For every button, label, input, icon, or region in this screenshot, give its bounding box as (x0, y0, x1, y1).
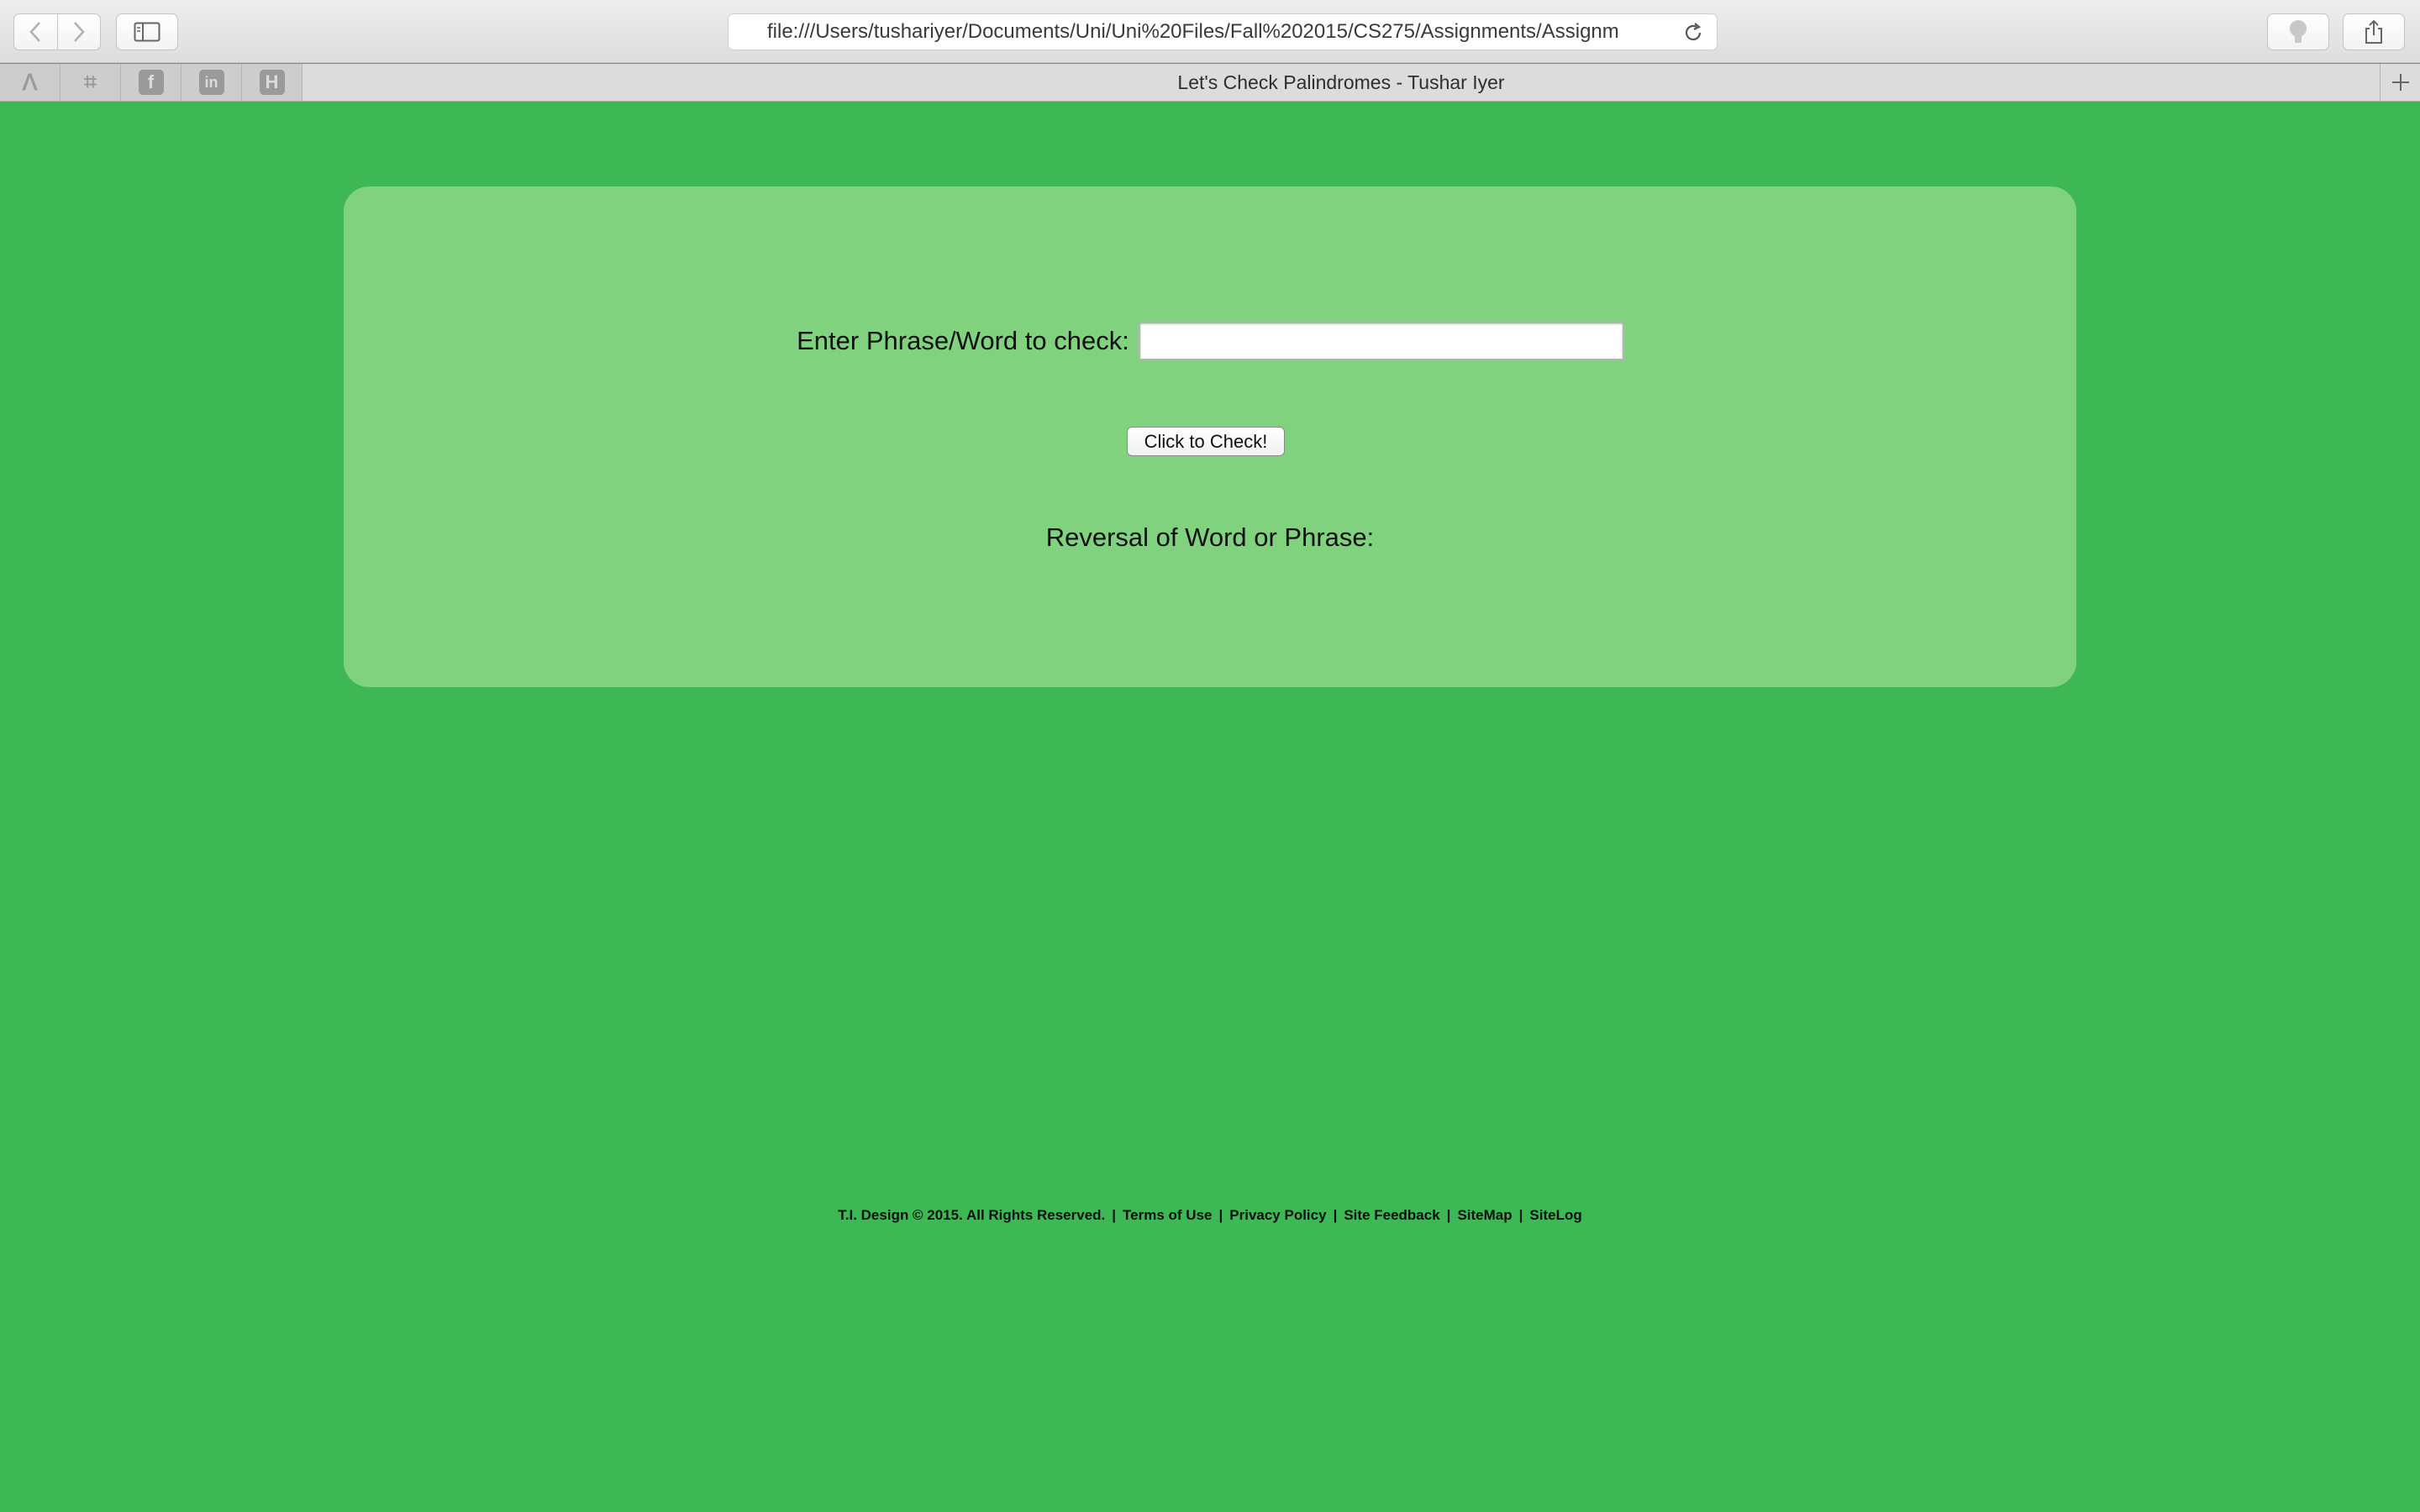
share-button[interactable] (2343, 13, 2405, 50)
linkedin-icon: in (198, 70, 224, 95)
forward-button[interactable] (56, 14, 101, 50)
lightbulb-icon (2290, 20, 2307, 43)
footer-copyright: T.I. Design © 2015. All Rights Reserved. (838, 1207, 1106, 1223)
share-icon (2365, 19, 2382, 44)
footer-link-privacy[interactable]: Privacy Policy (1229, 1207, 1326, 1224)
tips-button[interactable] (2267, 13, 2329, 50)
footer-separator: | (1333, 1207, 1338, 1223)
chevron-right-icon (73, 22, 85, 42)
footer-link-sitemap[interactable]: SiteMap (1457, 1207, 1512, 1224)
facebook-icon: f (138, 70, 164, 95)
footer-link-sitelog[interactable]: SiteLog (1529, 1207, 1581, 1224)
footer-separator: | (1518, 1207, 1523, 1223)
check-button[interactable]: Click to Check! (1127, 427, 1285, 456)
favorite-facebook[interactable]: f (121, 64, 182, 101)
new-tab-button[interactable] (2380, 64, 2420, 101)
h-icon: H (259, 70, 285, 95)
footer-separator: | (1112, 1207, 1117, 1223)
favorite-linkedin[interactable]: in (182, 64, 242, 101)
favorite-gift[interactable]: ⌗ (60, 64, 121, 101)
footer-separator: | (1446, 1207, 1451, 1223)
tab-bar: ⴷ ⌗ f in H Let's Check Palindromes - Tus… (0, 64, 2420, 102)
footer: T.I. Design © 2015. All Rights Reserved.… (0, 1207, 2420, 1224)
url-text: file:///Users/tushariyer/Documents/Uni/U… (767, 20, 1619, 43)
palindrome-panel: Enter Phrase/Word to check: Click to Che… (344, 186, 2076, 687)
chevron-left-icon (29, 22, 41, 42)
gift-icon: ⌗ (84, 69, 97, 94)
browser-toolbar: file:///Users/tushariyer/Documents/Uni/U… (0, 0, 2420, 63)
phrase-input-label: Enter Phrase/Word to check: (797, 326, 1129, 355)
input-row: Enter Phrase/Word to check: (344, 321, 2076, 361)
navigation-buttons (13, 13, 101, 50)
reversal-label: Reversal of Word or Phrase: (1045, 522, 1375, 552)
footer-link-feedback[interactable]: Site Feedback (1344, 1207, 1439, 1224)
plus-icon (2391, 74, 2409, 91)
footer-link-terms[interactable]: Terms of Use (1123, 1207, 1212, 1224)
sidebar-icon (134, 22, 160, 42)
active-tab[interactable]: Let's Check Palindromes - Tushar Iyer (302, 64, 2380, 101)
favorite-feedly[interactable]: ⴷ (0, 64, 60, 101)
favorite-h[interactable]: H (242, 64, 302, 101)
feedly-icon: ⴷ (22, 69, 38, 95)
phrase-input[interactable] (1137, 321, 1625, 361)
sidebar-toggle-button[interactable] (116, 13, 178, 50)
reload-icon[interactable] (1681, 21, 1705, 45)
address-bar[interactable]: file:///Users/tushariyer/Documents/Uni/U… (728, 13, 1718, 50)
footer-separator: | (1218, 1207, 1223, 1223)
back-button[interactable] (14, 14, 57, 50)
